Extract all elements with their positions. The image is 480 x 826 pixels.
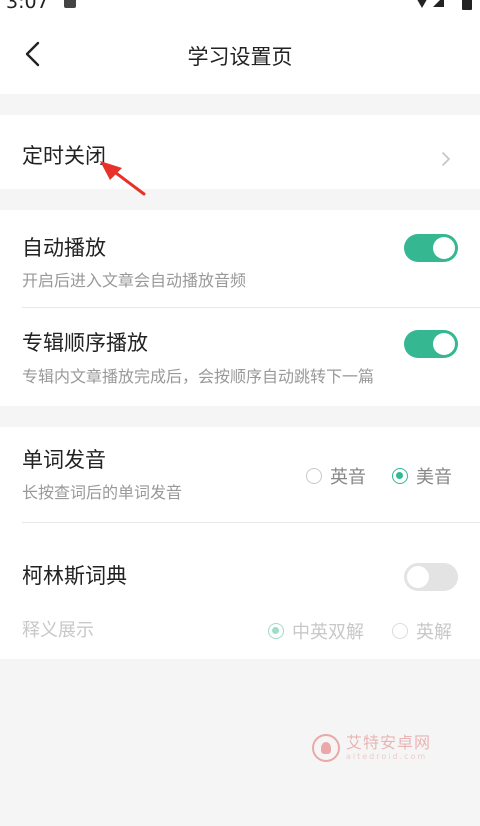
radio-american-label: 美音 [416, 467, 452, 488]
radio-circle [306, 468, 322, 484]
auto-play-title: 自动播放 [22, 236, 106, 260]
watermark-logo-icon [312, 734, 340, 762]
watermark: 艾特安卓网 aitedroid.com [312, 734, 431, 762]
header: 学习设置页 [0, 14, 480, 94]
album-order-row: 专辑顺序播放 专辑内文章播放完成后，会按顺序自动跳转下一篇 [0, 308, 480, 406]
word-pronunciation-row: 单词发音 长按查词后的单词发音 英音 美音 [0, 427, 480, 522]
toggle-knob [433, 237, 455, 259]
word-pronunciation-subtitle: 长按查词后的单词发音 [22, 483, 183, 502]
auto-play-row: 自动播放 开启后进入文章会自动播放音频 [0, 210, 480, 307]
page-title: 学习设置页 [187, 45, 293, 69]
watermark-name: 艾特安卓网 [346, 733, 432, 752]
signal-icon [433, 0, 444, 7]
status-time: 3:07 [6, 0, 49, 13]
radio-circle-checked [392, 468, 408, 484]
radio-circle-checked [268, 623, 284, 639]
radio-american[interactable]: 美音 [392, 463, 452, 489]
radio-british-label: 英音 [330, 467, 366, 488]
status-bar: 3:07 [0, 0, 480, 14]
definition-display-label: 释义展示 [22, 620, 94, 641]
album-order-toggle[interactable] [404, 330, 458, 358]
radio-english-only-label: 英解 [416, 622, 452, 643]
chevron-right-icon [442, 152, 450, 166]
timer-close-label: 定时关闭 [22, 144, 106, 168]
radio-british[interactable]: 英音 [306, 463, 366, 489]
toggle-knob [407, 566, 429, 588]
timer-close-row[interactable]: 定时关闭 [0, 115, 480, 189]
word-pronunciation-title: 单词发音 [22, 448, 106, 472]
radio-english-only[interactable]: 英解 [392, 618, 452, 644]
radio-chinese-english[interactable]: 中英双解 [268, 618, 364, 644]
battery-icon [462, 0, 472, 10]
watermark-sub: aitedroid.com [346, 752, 428, 761]
collins-dictionary-toggle[interactable] [404, 563, 458, 591]
watermark-text: 艾特安卓网 aitedroid.com [346, 734, 431, 762]
album-order-title: 专辑顺序播放 [22, 331, 148, 355]
auto-play-toggle[interactable] [404, 234, 458, 262]
wifi-icon [414, 0, 430, 8]
album-order-subtitle: 专辑内文章播放完成后，会按顺序自动跳转下一篇 [22, 367, 375, 386]
playback-card: 自动播放 开启后进入文章会自动播放音频 专辑顺序播放 专辑内文章播放完成后，会按… [0, 210, 480, 406]
radio-chinese-english-label: 中英双解 [292, 622, 364, 643]
toggle-knob [433, 333, 455, 355]
collins-dictionary-row: 柯林斯词典 释义展示 中英双解 英解 [0, 523, 480, 659]
notification-icon [64, 0, 76, 8]
auto-play-subtitle: 开启后进入文章会自动播放音频 [22, 271, 247, 290]
radio-circle [392, 623, 408, 639]
annotation-arrow-icon [100, 161, 146, 196]
collins-dictionary-title: 柯林斯词典 [22, 564, 127, 588]
dictionary-card: 单词发音 长按查词后的单词发音 英音 美音 柯林斯词典 释义展示 中英双解 英解 [0, 427, 480, 659]
